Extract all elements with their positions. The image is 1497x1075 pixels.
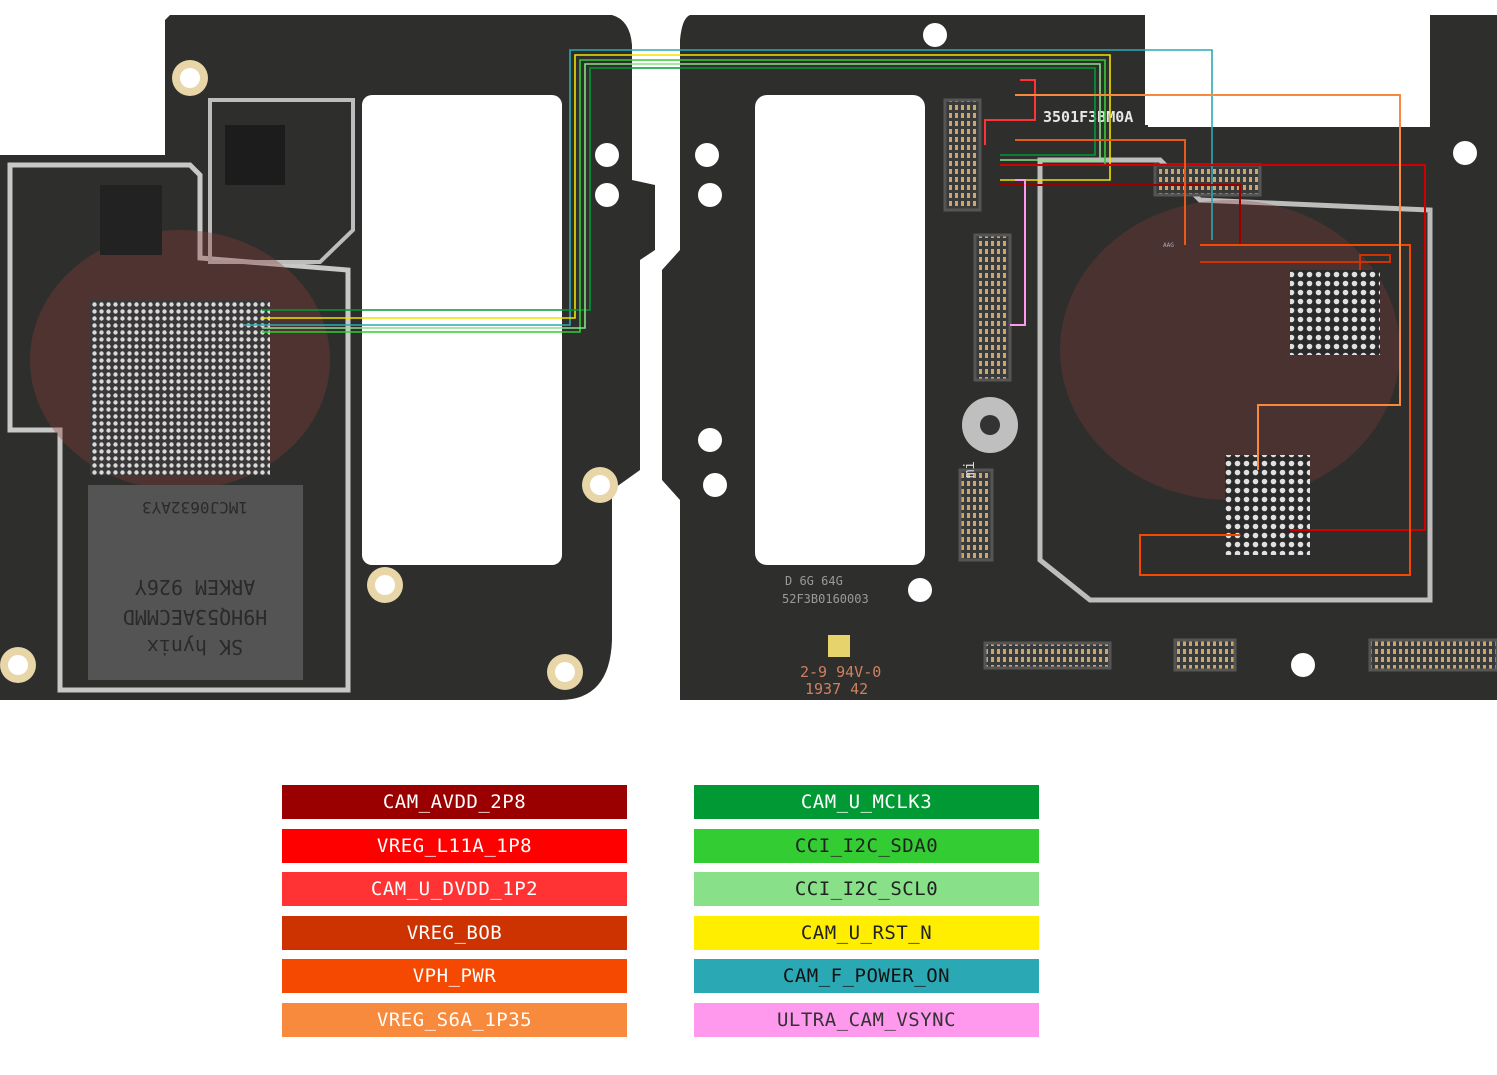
legend-label: CCI_I2C_SCL0: [794, 878, 939, 901]
legend-item: ULTRA_CAM_VSYNC: [694, 1002, 1039, 1037]
chip-marking: AAG: [1163, 242, 1174, 249]
date-code-label: 1937 42: [805, 680, 868, 698]
legend-label: CAM_U_DVDD_1P2: [370, 878, 539, 901]
legend-item: VREG_L11A_1P8: [282, 828, 627, 863]
legend-label: CAM_AVDD_2P8: [382, 791, 527, 813]
legend-label: VREG_BOB: [406, 921, 503, 944]
right-board-notch: [1148, 15, 1430, 127]
legend-label: VREG_L11A_1P8: [376, 834, 533, 857]
legend-label: VPH_PWR: [412, 965, 497, 988]
legend-item: CCI_I2C_SDA0: [694, 828, 1039, 863]
legend-item: VREG_BOB: [282, 915, 627, 950]
legend-item: CAM_U_DVDD_1P2: [282, 872, 627, 907]
legend-label: CAM_U_MCLK3: [800, 791, 933, 813]
ul-mark-label: 2-9 94V-0: [800, 663, 881, 681]
flash-led-pad: [828, 635, 850, 657]
legend-item: VPH_PWR: [282, 959, 627, 994]
legend-item: CAM_AVDD_2P8: [282, 785, 627, 819]
legend-label: CAM_U_RST_N: [800, 921, 933, 944]
variant-label: D 6G 64G: [785, 574, 843, 588]
legend-left-column: CAM_AVDD_2P8 VREG_L11A_1P8 CAM_U_DVDD_1P…: [282, 785, 627, 1047]
right-board-cutout: [755, 95, 925, 565]
part-number-label: 3501F3BM0A: [1043, 108, 1133, 126]
legend-label: CAM_F_POWER_ON: [782, 965, 951, 988]
brand-logo: mi: [962, 461, 978, 478]
camera-connector-1: [943, 98, 982, 212]
legend-label: CCI_I2C_SDA0: [794, 834, 939, 857]
memory-code-text: ARKEM 926Y: [135, 575, 255, 599]
legend-item: CAM_U_MCLK3: [694, 785, 1039, 819]
memory-lot-text: 1MCJ0632AY3: [142, 498, 248, 517]
legend-item: CAM_F_POWER_ON: [694, 959, 1039, 994]
camera-connector-3: [958, 468, 994, 562]
legend-label: VREG_S6A_1P35: [376, 1008, 533, 1031]
legend-right-column: CAM_U_MCLK3 CCI_I2C_SDA0 CCI_I2C_SCL0 CA…: [694, 785, 1039, 1047]
camera-connector-2: [973, 233, 1012, 382]
pmic-bga-chip-2: [1225, 455, 1310, 555]
legend-item: CAM_U_RST_N: [694, 915, 1039, 950]
memory-part-text: H9HQ53AECMMD: [123, 605, 268, 629]
left-board-cutout: [362, 95, 562, 565]
legend-item: CCI_I2C_SCL0: [694, 872, 1039, 907]
pcb-board-diagram: SK hynix H9HQ53AECMMD ARKEM 926Y 1MCJ063…: [0, 15, 1497, 700]
legend-label: ULTRA_CAM_VSYNC: [776, 1008, 957, 1031]
legend-item: VREG_S6A_1P35: [282, 1002, 627, 1037]
connector-bottom-right: [1368, 638, 1497, 672]
connector-bottom: [983, 641, 1112, 670]
connector-top: [1153, 163, 1262, 197]
pmic-bga-chip: [1290, 270, 1380, 355]
serial-label: 52F3B0160003: [782, 592, 869, 606]
soc-bga-chip: [90, 300, 270, 475]
memory-brand-text: SK hynix: [147, 635, 243, 659]
